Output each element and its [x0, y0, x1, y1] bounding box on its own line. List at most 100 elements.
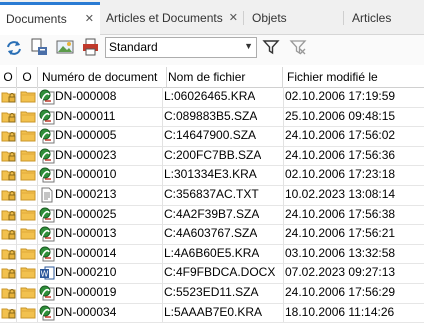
file-name: C:4A603767.SZA [164, 226, 258, 241]
folder-icon [20, 226, 36, 242]
file-name: L:301334E3.KRA [164, 167, 257, 182]
table-row[interactable]: DN-000025 C:4A2F39B7.SZA 24.10.2006 17:56:… [0, 205, 424, 226]
modified-date: 03.10.2006 13:32:58 [285, 245, 396, 260]
tab-label: Articles et Documents [106, 11, 223, 25]
tab-bar: Documents ✕ Articles et Documents ✕ Obje… [0, 0, 424, 35]
column-header-document-number[interactable]: Numéro de document [38, 67, 167, 87]
folder-icon [20, 305, 36, 321]
folder-icon [20, 128, 36, 144]
modified-date: 10.02.2023 13:08:14 [285, 187, 396, 201]
clear-filter-icon[interactable] [289, 38, 307, 56]
modified-date: 24.10.2006 17:56:36 [285, 147, 396, 162]
column-header-modified[interactable]: Fichier modifié le [283, 67, 424, 87]
file-name: C:4A2F39B7.SZA [164, 206, 260, 221]
cad-icon [39, 167, 55, 183]
close-icon[interactable]: ✕ [229, 4, 238, 32]
cad-icon [39, 109, 55, 125]
table-row[interactable]: DN-000213 C:356837AC.TXT 10.02.2023 13:08:… [0, 185, 424, 206]
lock-folder-icon [1, 246, 16, 262]
folder-icon [20, 89, 36, 105]
document-number: DN-000213 [55, 187, 117, 201]
view-select[interactable]: Standard ▼ [105, 37, 257, 58]
lock-folder-icon [1, 305, 16, 321]
table-row[interactable]: DN-000019 C:5523ED11.SZA 24.10.2006 17:56:… [0, 283, 424, 304]
folder-icon [20, 148, 36, 164]
print-icon[interactable] [82, 38, 100, 56]
table-row[interactable]: DN-000010 L:301334E3.KRA 02.10.2006 17:23:… [0, 165, 424, 186]
svg-text:W: W [41, 270, 49, 279]
file-name: C:356837AC.TXT [164, 187, 259, 201]
lock-folder-icon [1, 89, 16, 105]
column-header-lock[interactable]: O [0, 67, 17, 87]
document-properties-icon[interactable] [30, 38, 48, 56]
chevron-down-icon[interactable]: ▼ [244, 41, 253, 51]
file-name: C:200FC7BB.SZA [164, 147, 262, 162]
lock-folder-icon [1, 148, 16, 164]
lock-folder-icon [1, 187, 16, 203]
grid-line [37, 87, 38, 323]
table-row[interactable]: DN-000008 L:06026465.KRA 02.10.2006 17:19:… [0, 87, 424, 108]
table-row[interactable]: DN-000011 C:089883B5.SZA 25.10.2006 09:48:… [0, 107, 424, 128]
lock-folder-icon [1, 167, 16, 183]
tab-documents[interactable]: Documents ✕ [0, 2, 100, 35]
document-number: DN-000011 [55, 108, 116, 123]
cad-icon [39, 128, 55, 144]
document-number: DN-000034 [55, 304, 117, 319]
lock-folder-icon [1, 109, 16, 125]
folder-icon [20, 265, 36, 281]
table-row[interactable]: DN-000013 C:4A603767.SZA 24.10.2006 17:56:… [0, 224, 424, 245]
cad-icon [39, 305, 55, 321]
image-preview-icon[interactable] [56, 38, 74, 56]
filter-icon[interactable] [262, 38, 280, 56]
refresh-icon[interactable] [5, 39, 23, 57]
cad-icon [39, 246, 55, 262]
tab-label: Objets [252, 11, 287, 25]
tab-objets[interactable]: Objets [244, 4, 344, 32]
column-header-folder[interactable]: O [17, 67, 38, 87]
modified-date: 24.10.2006 17:56:38 [285, 206, 396, 221]
word-icon: W [39, 265, 55, 281]
document-number: DN-000010 [55, 167, 117, 182]
cad-icon [39, 207, 55, 223]
tab-articles[interactable]: Articles [344, 4, 424, 32]
file-name: C:089883B5.SZA [164, 108, 258, 123]
file-name: C:14647900.SZA [164, 128, 257, 143]
grid-line [16, 87, 17, 323]
cad-icon [39, 285, 55, 301]
table-row[interactable]: DN-000005 C:14647900.SZA 24.10.2006 17:56:… [0, 126, 424, 147]
table-row[interactable]: DN-000023 C:200FC7BB.SZA 24.10.2006 17:56:… [0, 146, 424, 167]
tab-label: Articles [352, 11, 392, 25]
modified-date: 24.10.2006 17:56:02 [285, 128, 396, 143]
table-row[interactable]: DN-000014 L:4A6B60E5.KRA 03.10.2006 13:32:… [0, 244, 424, 265]
tab-articles-et-documents[interactable]: Articles et Documents ✕ [100, 4, 244, 32]
lock-folder-icon [1, 128, 16, 144]
modified-date: 24.10.2006 17:56:21 [285, 226, 396, 241]
view-select-value: Standard [109, 40, 158, 54]
folder-icon [20, 246, 36, 262]
file-name: L:4A6B60E5.KRA [164, 245, 260, 260]
folder-icon [20, 109, 36, 125]
modified-date: 25.10.2006 09:48:15 [285, 108, 396, 123]
document-number: DN-000210 [55, 265, 117, 280]
folder-icon [20, 285, 36, 301]
modified-date: 07.02.2023 09:27:13 [285, 265, 396, 280]
lock-folder-icon [1, 285, 16, 301]
modified-date: 02.10.2006 17:19:59 [285, 89, 396, 103]
table-row[interactable]: W DN-000210 C:4F9FBDCA.DOCX 07.02.2023 09:2… [0, 263, 424, 284]
document-number: DN-000023 [55, 147, 117, 162]
cad-icon [39, 226, 55, 242]
close-icon[interactable]: ✕ [85, 5, 94, 33]
lock-folder-icon [1, 265, 16, 281]
modified-date: 24.10.2006 17:56:29 [285, 285, 396, 299]
folder-icon [20, 207, 36, 223]
tab-label: Documents [6, 12, 67, 26]
table-header: O O Numéro de document Nom de fichier Fi… [0, 67, 424, 88]
grid-line [283, 87, 284, 323]
column-header-file-name[interactable]: Nom de fichier [163, 67, 283, 87]
file-name: C:4F9FBDCA.DOCX [164, 265, 276, 280]
folder-icon [20, 167, 36, 183]
file-name: L:5AAAB7E0.KRA [164, 304, 263, 319]
modified-date: 02.10.2006 17:23:18 [285, 167, 396, 182]
table-row[interactable]: DN-000034 L:5AAAB7E0.KRA 18.10.2006 11:14:… [0, 303, 424, 323]
modified-date: 18.10.2006 11:14:26 [285, 304, 395, 319]
